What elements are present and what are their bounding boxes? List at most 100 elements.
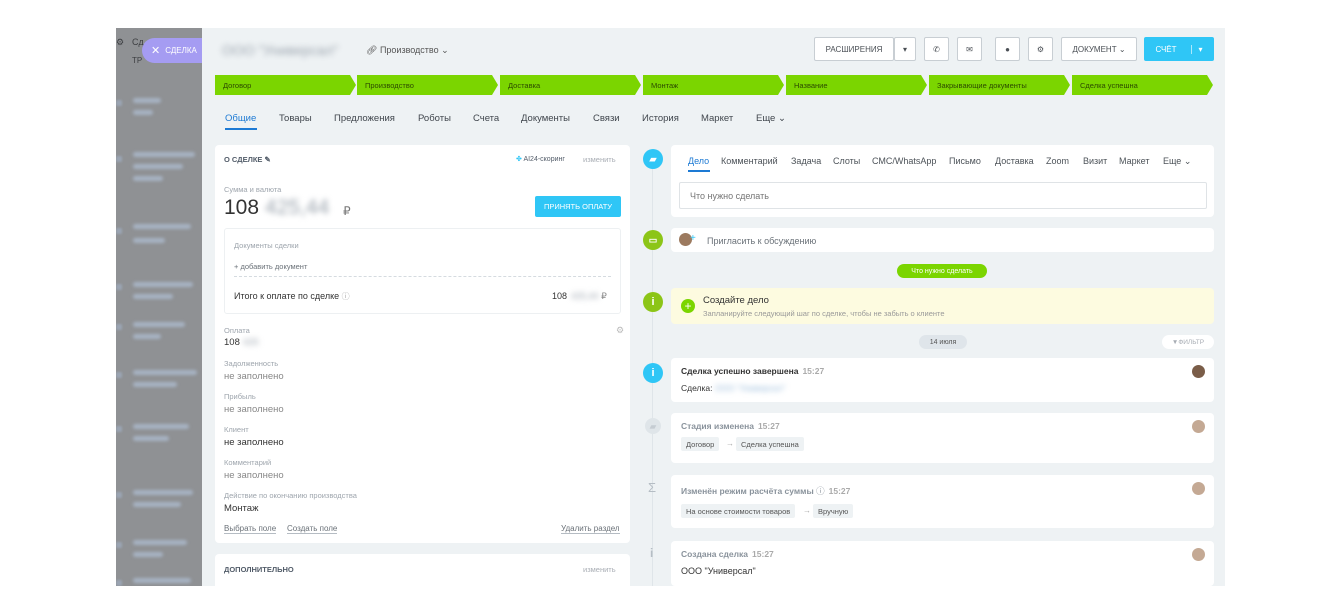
stage-closing-docs[interactable]: Закрывающие документы	[929, 75, 1070, 95]
mail-icon[interactable]: ✉	[957, 37, 982, 61]
accept-payment-button[interactable]: ПРИНЯТЬ ОПЛАТУ	[535, 196, 621, 217]
sum-label: Сумма и валюта	[224, 185, 282, 194]
activity-tab-email[interactable]: Письмо	[949, 156, 981, 166]
tab-invoices[interactable]: Счета	[473, 113, 499, 124]
client-label: Клиент	[224, 425, 249, 434]
help-icon[interactable]: ⓘ	[342, 292, 350, 301]
profit-value[interactable]: не заполнено	[224, 404, 284, 415]
profit-label: Прибыль	[224, 392, 256, 401]
event-info-icon: i	[643, 363, 663, 383]
activity-icon: ▰	[643, 149, 663, 169]
delete-section-link[interactable]: Удалить раздел	[561, 524, 620, 534]
chat-bubble-icon: ▰	[645, 418, 661, 434]
total-value-blurred: 425,44	[571, 291, 599, 301]
activity-tab-visit[interactable]: Визит	[1083, 156, 1107, 166]
close-slider-button[interactable]: ✕ СДЕЛКА	[142, 38, 202, 63]
discussion-icon: ▭	[643, 230, 663, 250]
document-button-label: ДОКУМЕНТ	[1072, 44, 1117, 54]
stage-delivery[interactable]: Доставка	[500, 75, 641, 95]
stage-production[interactable]: Производство	[357, 75, 498, 95]
tab-history[interactable]: История	[642, 113, 679, 124]
stage-contract[interactable]: Договор	[215, 75, 356, 95]
activity-tab-delivery[interactable]: Доставка	[995, 156, 1034, 166]
help-icon[interactable]: ⓘ	[816, 486, 825, 496]
deal-title[interactable]: ООО "Универсал"	[222, 42, 338, 58]
activity-tab-more[interactable]: Еще ⌄	[1163, 156, 1191, 167]
event-title-text: Создана сделка	[681, 549, 749, 559]
deal-docs-label: Документы сделки	[234, 241, 299, 250]
avatar	[1192, 365, 1205, 378]
activity-tab-zoom[interactable]: Zoom	[1046, 156, 1069, 166]
account-button[interactable]: СЧЁТ ▾	[1144, 37, 1214, 61]
extensions-dropdown-button[interactable]: ▾	[894, 37, 916, 61]
debt-label: Задолженность	[224, 359, 279, 368]
tab-products[interactable]: Товары	[279, 113, 312, 124]
payment-settings-icon[interactable]: ⚙	[616, 325, 624, 336]
payment-value: 108 425	[224, 337, 259, 348]
document-button[interactable]: ДОКУМЕНТ ⌄	[1061, 37, 1137, 61]
arrow-right-icon: →	[726, 439, 734, 448]
activity-tab-task[interactable]: Дело	[688, 156, 709, 166]
event-deal-line: Сделка: ООО "Универсал"	[681, 383, 785, 393]
create-task-card[interactable]	[671, 288, 1214, 324]
pencil-icon[interactable]: ✎	[265, 155, 271, 164]
activity-tab-slots[interactable]: Слоты	[833, 156, 860, 166]
total-label: Итого к оплате по сделке ⓘ	[234, 291, 350, 302]
tab-more[interactable]: Еще ⌄	[756, 113, 786, 124]
ai-scoring-link[interactable]: ✤ AI24-скоринг	[516, 155, 565, 163]
stage-installation[interactable]: Монтаж	[643, 75, 784, 95]
event-deal-link[interactable]: ООО "Универсал"	[715, 383, 786, 393]
tab-robots[interactable]: Роботы	[418, 113, 451, 124]
comment-value[interactable]: не заполнено	[224, 470, 284, 481]
add-icon[interactable]: +	[681, 299, 695, 313]
event-time: 15:27	[828, 486, 851, 496]
account-dropdown-icon: ▾	[1190, 44, 1203, 54]
activity-tab-market[interactable]: Маркет	[1119, 156, 1149, 166]
phone-icon[interactable]: ✆	[924, 37, 949, 61]
gear-icon[interactable]: ⚙	[1028, 37, 1053, 61]
todo-pill: Что нужно сделать	[897, 264, 987, 278]
action-value[interactable]: Монтаж	[224, 503, 258, 514]
mode-to-chip: Вручную	[813, 504, 854, 518]
tab-market[interactable]: Маркет	[701, 113, 733, 124]
activity-tab-todo[interactable]: Задача	[791, 156, 821, 166]
activity-input[interactable]	[679, 182, 1207, 209]
event-deal-success	[671, 358, 1214, 402]
activity-tab-comment[interactable]: Комментарий	[721, 156, 778, 166]
stage-name[interactable]: Название	[786, 75, 927, 95]
event-title: Стадия изменена 15:27	[681, 421, 780, 431]
tab-links[interactable]: Связи	[593, 113, 620, 124]
chat-icon[interactable]: ●	[995, 37, 1020, 61]
tab-offers[interactable]: Предложения	[334, 113, 395, 124]
event-info-icon: i	[650, 546, 654, 560]
additional-edit-link[interactable]: изменить	[583, 565, 616, 574]
filter-button[interactable]: ▼ ФИЛЬТР	[1162, 335, 1214, 349]
choose-field-link[interactable]: Выбрать поле	[224, 524, 277, 534]
debt-value[interactable]: не заполнено	[224, 371, 284, 382]
activity-tab-more-label: Еще	[1163, 156, 1182, 166]
create-task-title: Создайте дело	[703, 295, 769, 306]
extensions-button[interactable]: РАСШИРЕНИЯ	[814, 37, 894, 61]
event-time: 15:27	[752, 549, 774, 559]
stage-dropdown[interactable]: 🔗︎ Производство ⌄	[366, 45, 449, 56]
event-sum-mode	[671, 475, 1214, 528]
account-button-label: СЧЁТ	[1155, 44, 1177, 54]
event-title: Сделка успешно завершена 15:27	[681, 366, 824, 376]
tab-general[interactable]: Общие	[225, 113, 256, 124]
stage-to-chip: Сделка успешна	[736, 437, 804, 451]
stage-success[interactable]: Сделка успешна	[1072, 75, 1213, 95]
activity-tab-sms[interactable]: СМС/WhatsApp	[872, 156, 936, 166]
action-label: Действие по окончанию производства	[224, 491, 357, 500]
event-title-text: Стадия изменена	[681, 421, 754, 431]
close-slider-label: СДЕЛКА	[165, 46, 197, 55]
create-field-link[interactable]: Создать поле	[287, 524, 338, 534]
stage-dropdown-label: Производство	[379, 45, 439, 55]
add-document-link[interactable]: + добавить документ	[234, 262, 307, 271]
ai-icon: ✤	[516, 156, 522, 163]
client-value[interactable]: не заполнено	[224, 437, 284, 448]
event-deal-created	[671, 541, 1214, 586]
about-edit-link[interactable]: изменить	[583, 155, 616, 164]
sum-value: 108 425,44	[224, 196, 329, 220]
tab-documents[interactable]: Документы	[521, 113, 570, 124]
sum-value-blurred: 425,44	[265, 196, 330, 219]
